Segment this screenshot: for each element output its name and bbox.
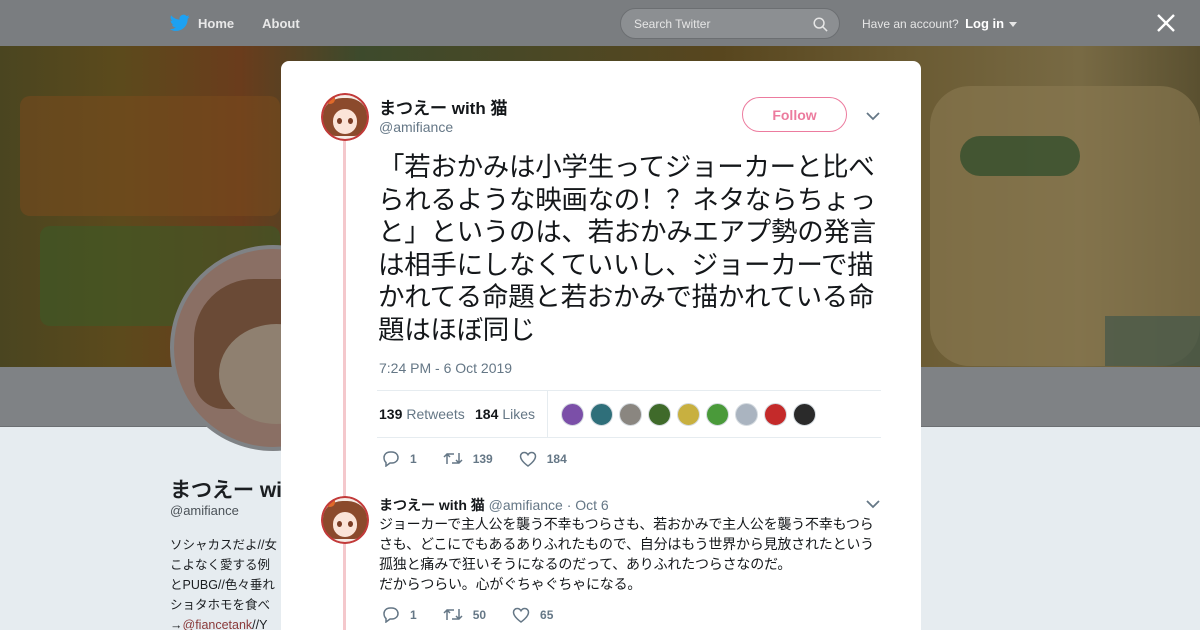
bio-line: →@fiancetank//Y bbox=[170, 615, 281, 630]
reply-count: 1 bbox=[410, 451, 417, 466]
author-handle[interactable]: @amifiance bbox=[379, 119, 453, 135]
reply-author-name[interactable]: まつえー with 猫 bbox=[379, 497, 485, 513]
search-icon[interactable] bbox=[813, 17, 828, 32]
profile-bio: ソシャカスだよ//女 こよなく愛する例 とPUBG//色々垂れ ショタホモを食べ… bbox=[170, 535, 281, 630]
reply-action[interactable]: 1 bbox=[382, 450, 417, 467]
liker-avatars bbox=[561, 403, 822, 426]
like-action[interactable]: 65 bbox=[512, 607, 553, 623]
like-action-count: 65 bbox=[540, 607, 554, 622]
login-link[interactable]: Log in bbox=[965, 16, 1004, 31]
heart-icon[interactable] bbox=[519, 451, 537, 467]
retweet-action[interactable]: 139 bbox=[443, 451, 493, 466]
follow-button[interactable]: Follow bbox=[742, 97, 847, 132]
reply-date[interactable]: · Oct 6 bbox=[567, 497, 609, 513]
nav-links: Home About bbox=[170, 0, 328, 46]
liker-avatar[interactable] bbox=[648, 403, 671, 426]
heart-icon[interactable] bbox=[512, 607, 530, 623]
nav-home-link[interactable]: Home bbox=[198, 16, 234, 31]
close-icon[interactable] bbox=[1156, 13, 1176, 33]
chevron-down-icon[interactable] bbox=[866, 499, 880, 509]
search-input[interactable]: Search Twitter bbox=[620, 8, 840, 39]
retweet-action-count: 139 bbox=[472, 451, 493, 466]
retweet-icon[interactable] bbox=[443, 451, 463, 466]
chevron-down-icon[interactable] bbox=[1009, 22, 1018, 28]
tweet-modal: まつえー with 猫 @amifiance Follow 「若おかみは小学生っ… bbox=[281, 61, 921, 630]
bio-mention-link[interactable]: @fiancetank bbox=[183, 618, 253, 630]
bio-link-prefix: → bbox=[170, 618, 183, 630]
retweet-action[interactable]: 50 bbox=[443, 607, 486, 622]
bio-line: ソシャカスだよ//女 bbox=[170, 538, 277, 552]
thread-line bbox=[343, 139, 346, 630]
top-nav-bar: Home About Search Twitter Have an accoun… bbox=[0, 0, 1200, 46]
retweet-icon[interactable] bbox=[443, 607, 463, 622]
tweet-timestamp[interactable]: 7:24 PM - 6 Oct 2019 bbox=[379, 360, 512, 376]
account-prompt: Have an account? bbox=[862, 17, 959, 31]
liker-avatar[interactable] bbox=[735, 403, 758, 426]
reply-author-avatar[interactable] bbox=[321, 496, 369, 544]
liker-avatar[interactable] bbox=[561, 403, 584, 426]
reply-action[interactable]: 1 bbox=[382, 606, 417, 623]
reply-actions: 1 50 65 bbox=[382, 606, 579, 623]
tweet-stats: 139 Retweets 184 Likes bbox=[377, 390, 881, 438]
profile-name: まつえー with 猫 bbox=[170, 479, 281, 502]
chevron-down-icon[interactable] bbox=[866, 111, 880, 121]
search-placeholder: Search Twitter bbox=[634, 17, 711, 31]
author-name[interactable]: まつえー with 猫 bbox=[379, 94, 507, 119]
profile-handle: @amifiance bbox=[170, 503, 239, 518]
liker-avatar[interactable] bbox=[793, 403, 816, 426]
liker-avatar[interactable] bbox=[764, 403, 787, 426]
retweet-label: Retweets bbox=[406, 406, 465, 422]
reply-icon[interactable] bbox=[382, 450, 400, 467]
reply-count: 1 bbox=[410, 607, 417, 622]
bio-line: とPUBG//色々垂れ bbox=[170, 578, 275, 592]
like-stat[interactable]: 184 Likes bbox=[475, 406, 535, 422]
author-avatar[interactable] bbox=[321, 93, 369, 141]
reply-icon[interactable] bbox=[382, 606, 400, 623]
like-action-count: 184 bbox=[546, 451, 567, 466]
reply-author-handle[interactable]: @amifiance bbox=[489, 497, 563, 513]
liker-avatar[interactable] bbox=[619, 403, 642, 426]
like-count: 184 bbox=[475, 406, 499, 422]
account-area: Have an account? Log in bbox=[862, 16, 1018, 31]
tweet-text: 「若おかみは小学生ってジョーカーと比べられるような映画なの！？ネタならちょっと」… bbox=[378, 152, 876, 346]
like-label: Likes bbox=[502, 406, 536, 422]
liker-avatar[interactable] bbox=[590, 403, 613, 426]
bio-line: ショタホモを食べ bbox=[170, 598, 271, 612]
reply-header: まつえー with 猫 @amifiance · Oct 6 bbox=[379, 495, 609, 515]
tweet-actions: 1 139 184 bbox=[382, 450, 593, 467]
like-action[interactable]: 184 bbox=[519, 451, 567, 467]
retweet-stat[interactable]: 139 Retweets bbox=[379, 406, 465, 422]
retweet-count: 139 bbox=[379, 406, 403, 422]
retweet-action-count: 50 bbox=[472, 607, 487, 622]
liker-avatar[interactable] bbox=[677, 403, 700, 426]
stat-divider bbox=[547, 391, 548, 438]
bio-line: こよなく愛する例 bbox=[170, 558, 271, 572]
nav-about-link[interactable]: About bbox=[262, 16, 300, 31]
twitter-bird-icon[interactable] bbox=[170, 14, 190, 32]
liker-avatar[interactable] bbox=[706, 403, 729, 426]
reply-text: ジョーカーで主人公を襲う不幸もつらさも、若おかみで主人公を襲う不幸もつらさも、ど… bbox=[379, 517, 874, 593]
bio-link-suffix: //Y bbox=[252, 618, 268, 630]
